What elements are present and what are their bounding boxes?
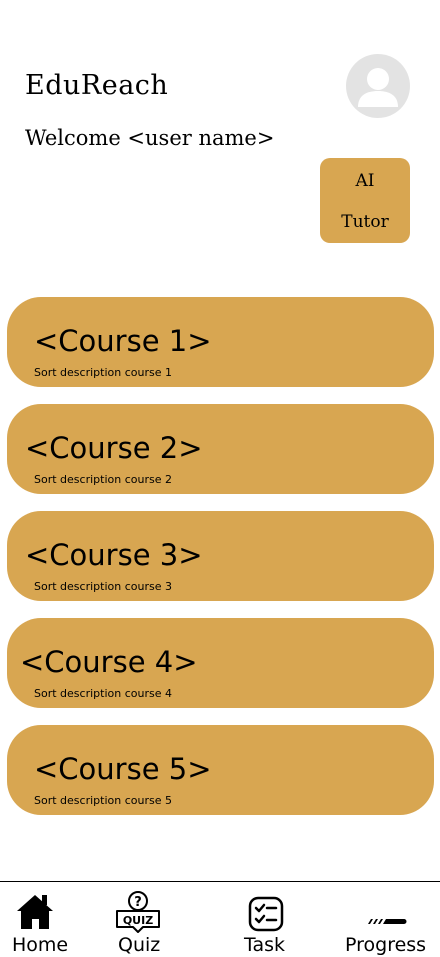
course-card-3[interactable]: <Course 3> Sort description course 3 <box>7 511 434 601</box>
home-icon <box>17 895 53 929</box>
nav-item-home[interactable]: Home <box>0 882 78 957</box>
course-card-4[interactable]: <Course 4> Sort description course 4 <box>7 618 434 708</box>
course-title: <Course 3> <box>25 538 203 572</box>
course-title: <Course 2> <box>25 431 203 465</box>
welcome-message: Welcome <user name> <box>25 126 275 150</box>
nav-label-task: Task <box>244 934 286 956</box>
ai-tutor-label-line2: Tutor <box>341 211 389 232</box>
nav-item-task[interactable]: Task <box>236 882 296 957</box>
ai-tutor-label-line1: AI <box>355 170 375 191</box>
course-description: Sort description course 2 <box>34 473 172 486</box>
nav-label-progress: Progress <box>345 934 427 956</box>
course-description: Sort description course 1 <box>34 366 172 379</box>
progress-bar-icon <box>368 919 407 924</box>
quiz-icon: ? QUIZ <box>116 891 160 933</box>
task-list-icon <box>248 896 284 932</box>
nav-item-quiz[interactable]: ? QUIZ Quiz <box>104 882 174 957</box>
nav-label-home: Home <box>12 934 69 956</box>
svg-text:QUIZ: QUIZ <box>123 914 153 927</box>
course-title: <Course 4> <box>20 645 198 679</box>
course-description: Sort description course 5 <box>34 794 172 807</box>
nav-item-progress[interactable]: Progress <box>336 882 436 957</box>
course-title: <Course 5> <box>34 752 212 786</box>
course-description: Sort description course 3 <box>34 580 172 593</box>
course-card-5[interactable]: <Course 5> Sort description course 5 <box>7 725 434 815</box>
bottom-navigation: Home ? QUIZ Quiz Task Progress <box>0 881 440 957</box>
course-card-2[interactable]: <Course 2> Sort description course 2 <box>7 404 434 494</box>
ai-tutor-button[interactable]: AI Tutor <box>320 158 410 243</box>
course-card-1[interactable]: <Course 1> Sort description course 1 <box>7 297 434 387</box>
nav-label-quiz: Quiz <box>118 934 161 956</box>
user-avatar-icon[interactable] <box>346 54 410 118</box>
course-description: Sort description course 4 <box>34 687 172 700</box>
course-title: <Course 1> <box>34 324 212 358</box>
svg-text:?: ? <box>134 895 142 910</box>
app-title: EduReach <box>25 70 169 101</box>
